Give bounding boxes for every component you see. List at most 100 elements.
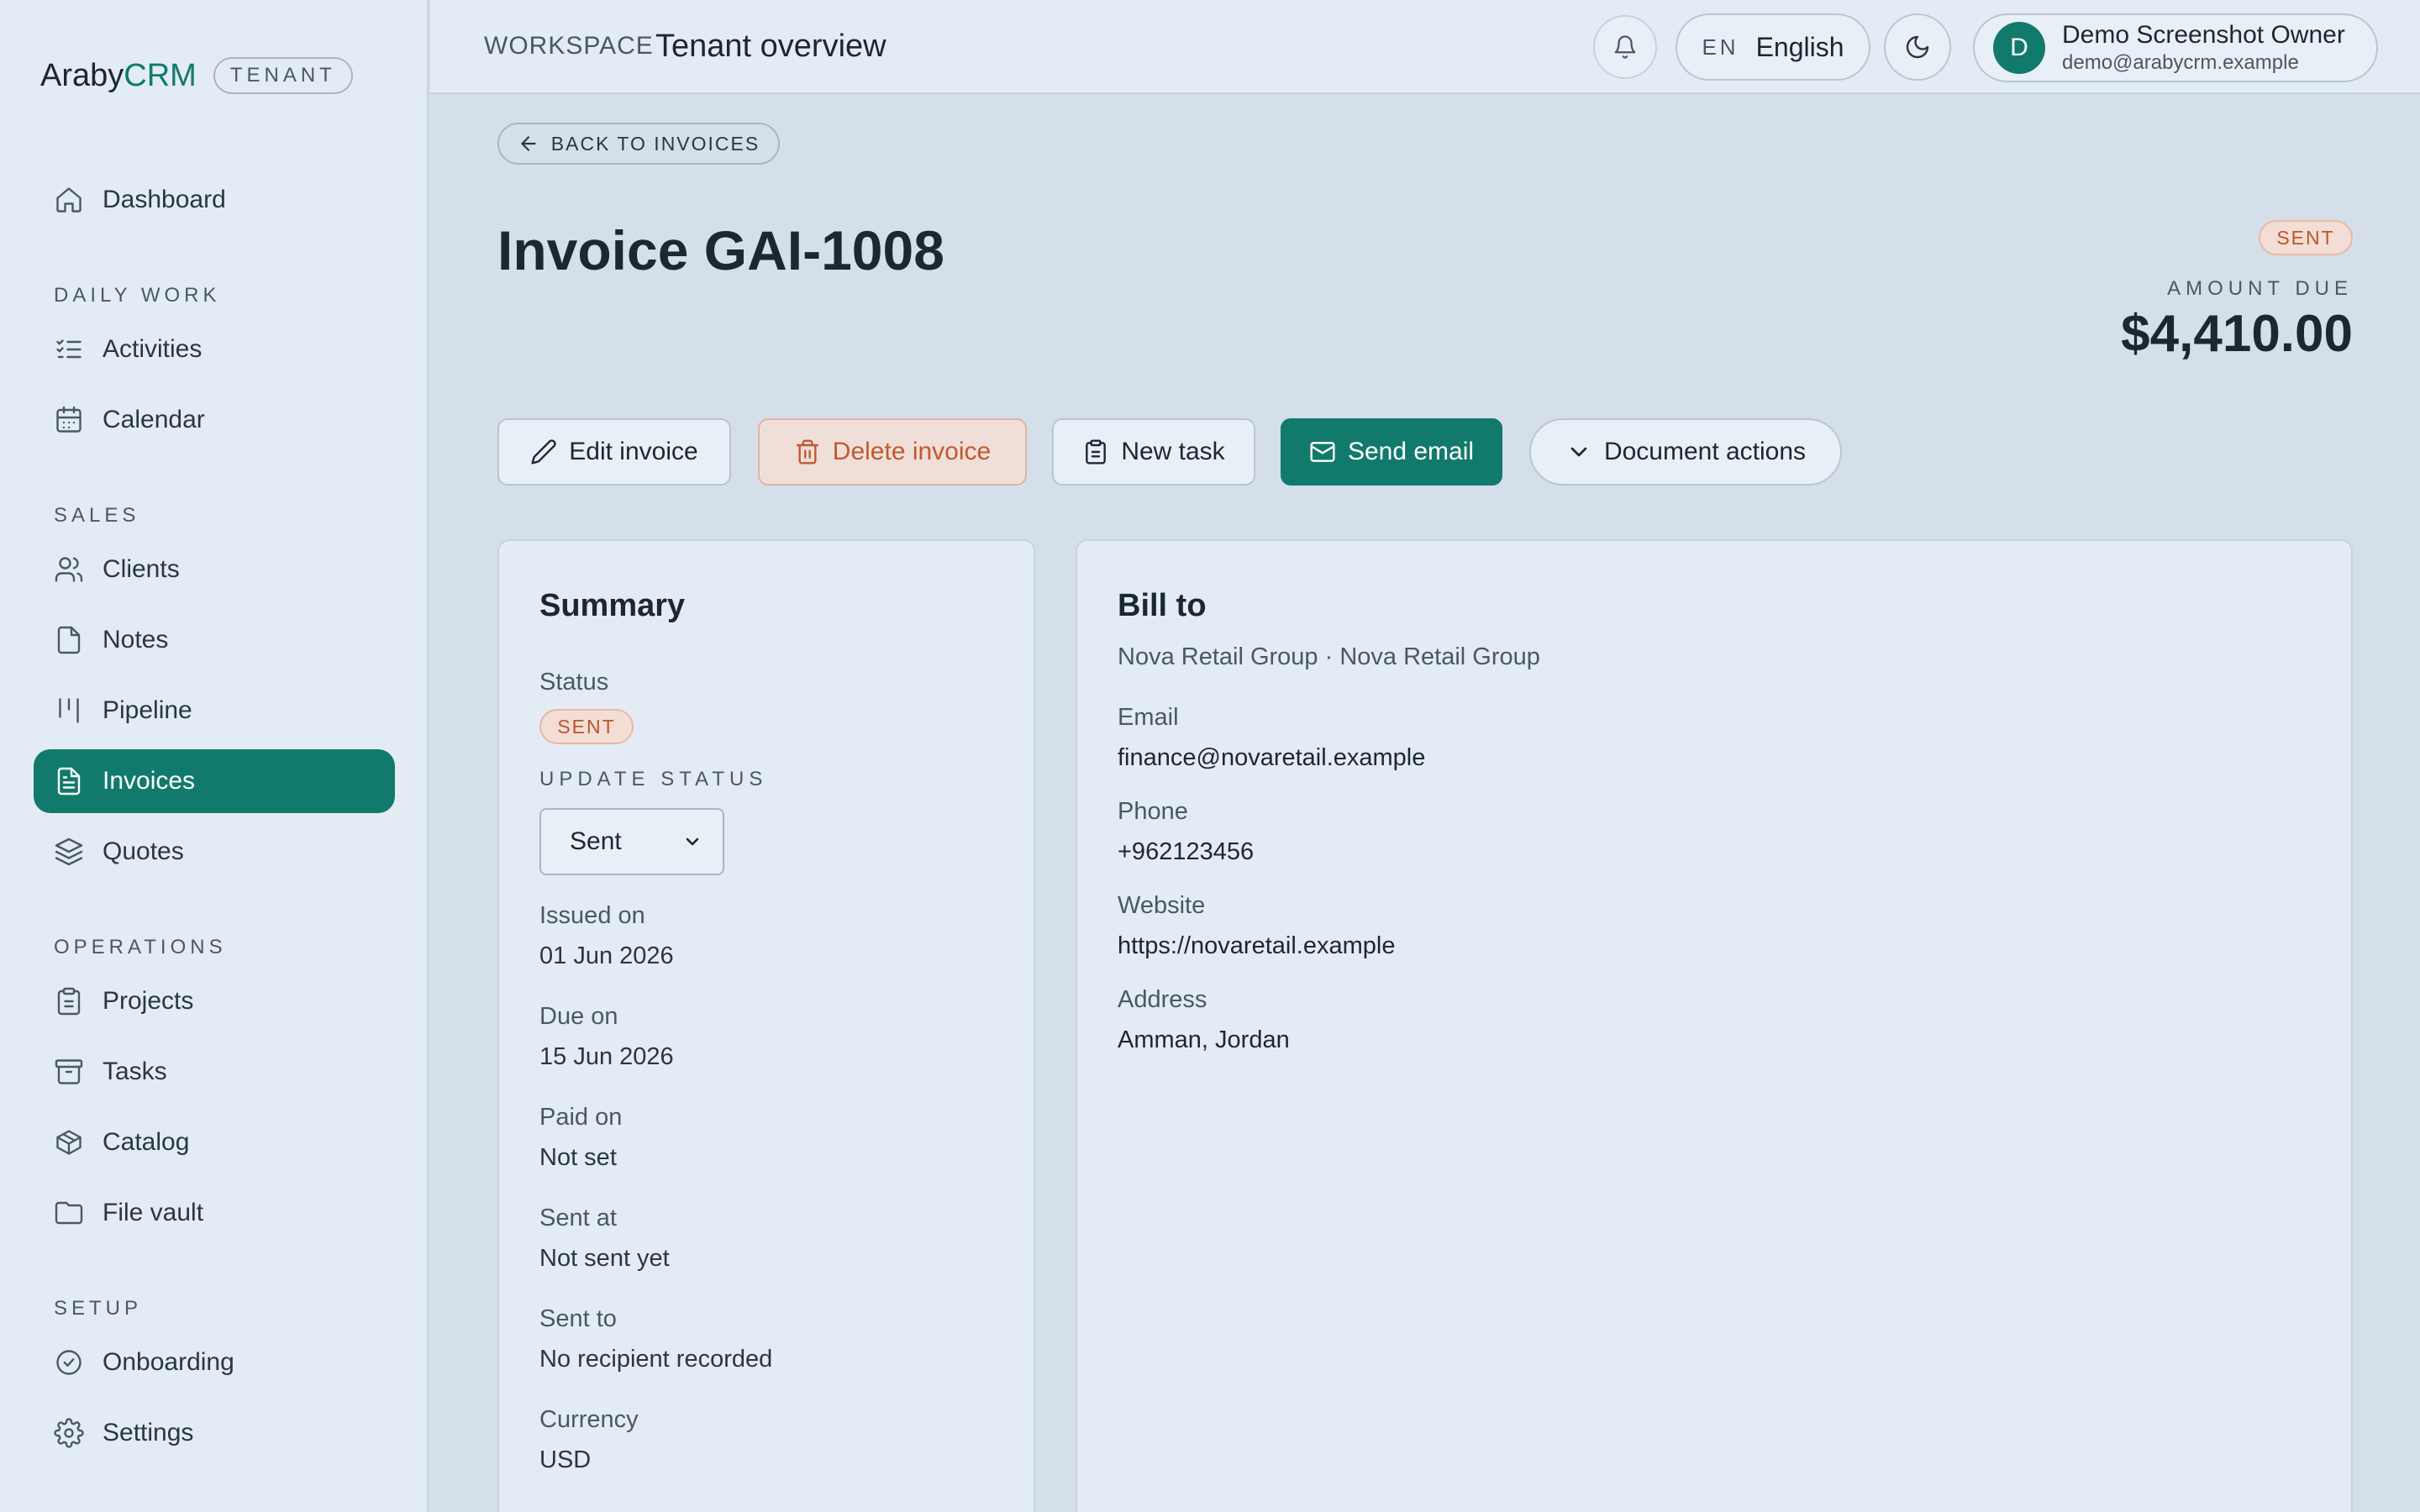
sidebar-item-label: Clients xyxy=(103,555,180,583)
tenant-badge: TENANT xyxy=(213,57,353,94)
back-to-invoices-button[interactable]: BACK TO INVOICES xyxy=(497,123,780,165)
sidebar-item-tasks[interactable]: Tasks xyxy=(34,1040,395,1104)
sidebar-item-settings[interactable]: Settings xyxy=(34,1401,395,1465)
user-name: Demo Screenshot Owner xyxy=(2062,21,2345,49)
send-email-button[interactable]: Send email xyxy=(1281,418,1502,486)
sidebar-item-activities[interactable]: Activities xyxy=(34,318,395,381)
website-value[interactable]: https://novaretail.example xyxy=(1118,932,1395,960)
kanban-icon xyxy=(54,696,84,726)
amount-due-label: AMOUNT DUE xyxy=(2167,277,2353,300)
sidebar-item-calendar[interactable]: Calendar xyxy=(34,388,395,452)
paid-value: Not set xyxy=(539,1144,617,1171)
sidebar-item-invoices[interactable]: Invoices xyxy=(34,749,395,813)
summary-card: Summary Status SENT UPDATE STATUS Sent I… xyxy=(497,539,1035,1512)
status-badge: SENT xyxy=(2259,220,2353,255)
sidebar-item-label: Activities xyxy=(103,335,203,363)
bill-to-title: Bill to xyxy=(1118,588,1207,623)
issued-label: Issued on xyxy=(539,902,645,929)
due-value: 15 Jun 2026 xyxy=(539,1043,674,1070)
brand-name: Araby xyxy=(40,57,124,93)
chevron-down-icon xyxy=(686,837,699,846)
top-bar: WORKSPACE Tenant overview EN English D D… xyxy=(430,0,2420,94)
clipboard-icon xyxy=(1086,439,1107,465)
delete-invoice-label: Delete invoice xyxy=(832,438,992,465)
edit-invoice-label: Edit invoice xyxy=(569,438,698,465)
email-value[interactable]: finance@novaretail.example xyxy=(1118,744,1425,772)
layers-icon xyxy=(54,837,84,867)
file-text-icon xyxy=(54,766,84,796)
sidebar-item-label: Notes xyxy=(103,626,169,654)
check-circle-icon xyxy=(54,1347,84,1378)
sidebar-item-pipeline[interactable]: Pipeline xyxy=(34,679,395,743)
users-icon xyxy=(54,554,84,585)
sidebar-item-label: Settings xyxy=(103,1419,194,1446)
paid-label: Paid on xyxy=(539,1104,623,1131)
due-label: Due on xyxy=(539,1003,618,1030)
archive-icon xyxy=(54,1057,84,1087)
address-label: Address xyxy=(1118,986,1207,1013)
sidebar-item-file-vault[interactable]: File vault xyxy=(34,1181,395,1245)
summary-title: Summary xyxy=(539,588,686,623)
breadcrumb-workspace: WORKSPACE xyxy=(484,32,654,60)
nav-section-label: DAILY WORK xyxy=(54,284,221,307)
moon-icon xyxy=(1906,35,1929,59)
phone-label: Phone xyxy=(1118,798,1188,825)
nav-section-label: OPERATIONS xyxy=(54,936,227,958)
website-label: Website xyxy=(1118,892,1206,919)
sent-to-value: No recipient recorded xyxy=(539,1346,773,1373)
language-code: EN xyxy=(1702,34,1739,60)
theme-toggle-button[interactable] xyxy=(1884,13,1951,81)
notifications-button[interactable] xyxy=(1593,15,1657,79)
currency-value: USD xyxy=(539,1446,592,1473)
sidebar-item-label: Tasks xyxy=(103,1058,167,1085)
file-icon xyxy=(54,625,84,655)
sidebar: ArabyCRM TENANT Dashboard DAILY WORK Activ… xyxy=(0,0,429,1512)
brand-logo[interactable]: ArabyCRM TENANT xyxy=(40,57,353,94)
gear-icon xyxy=(54,1418,84,1448)
brand-name-accent: CRM xyxy=(124,57,197,93)
status-badge-summary: SENT xyxy=(539,709,634,744)
phone-value: +962123456 xyxy=(1118,838,1255,865)
home-icon xyxy=(54,185,84,215)
sidebar-item-label: Calendar xyxy=(103,406,205,433)
nav-section-label: SALES xyxy=(54,504,140,527)
calendar-icon xyxy=(54,405,84,435)
sidebar-item-dashboard[interactable]: Dashboard xyxy=(34,168,395,232)
sidebar-item-clients[interactable]: Clients xyxy=(34,538,395,601)
sidebar-item-label: Quotes xyxy=(103,837,184,865)
update-status-select[interactable]: Sent xyxy=(539,808,724,875)
edit-invoice-button[interactable]: Edit invoice xyxy=(497,418,731,486)
sidebar-item-onboarding[interactable]: Onboarding xyxy=(34,1331,395,1394)
user-menu[interactable]: D Demo Screenshot Owner demo@arabycrm.ex… xyxy=(1973,13,2378,82)
new-task-button[interactable]: New task xyxy=(1052,418,1255,486)
update-status-selected: Sent xyxy=(570,827,622,855)
sidebar-nav: Dashboard DAILY WORK Activities Calendar SAL… xyxy=(34,168,395,1472)
folder-icon xyxy=(54,1198,84,1228)
package-icon xyxy=(54,1127,84,1158)
sidebar-item-label: Invoices xyxy=(103,767,196,795)
sidebar-item-catalog[interactable]: Catalog xyxy=(34,1110,395,1174)
delete-invoice-button[interactable]: Delete invoice xyxy=(758,418,1027,486)
language-switcher[interactable]: EN English xyxy=(1676,13,1870,81)
sidebar-item-label: Dashboard xyxy=(103,186,226,213)
sidebar-item-quotes[interactable]: Quotes xyxy=(34,820,395,884)
sidebar-item-projects[interactable]: Projects xyxy=(34,969,395,1033)
bill-to-card: Bill to Nova Retail Group · Nova Retail … xyxy=(1076,539,2353,1512)
sidebar-item-notes[interactable]: Notes xyxy=(34,608,395,672)
currency-label: Currency xyxy=(539,1406,639,1433)
document-actions-button[interactable]: Document actions xyxy=(1529,418,1842,486)
